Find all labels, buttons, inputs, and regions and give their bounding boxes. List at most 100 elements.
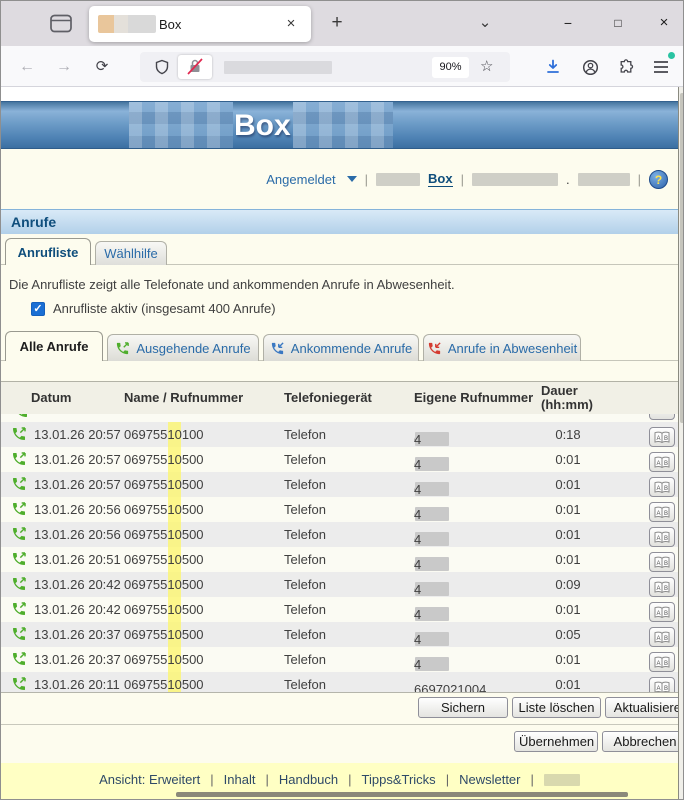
filter-tab-label: Anrufe in Abwesenheit [448, 341, 577, 356]
save-button[interactable]: Sichern [418, 697, 508, 718]
call-number: 06975510100 [124, 427, 204, 442]
add-to-phonebook-button[interactable]: A B [649, 477, 675, 497]
menu-notification-dot [668, 52, 675, 59]
add-to-phonebook-button[interactable]: A B [649, 427, 675, 447]
outgoing-call-icon [11, 526, 27, 542]
separator: | [348, 772, 351, 787]
table-bottom-divider [1, 692, 678, 693]
footer-link[interactable]: Inhalt [224, 772, 256, 787]
footer-link[interactable]: Tipps&Tricks [362, 772, 436, 787]
cancel-button[interactable]: Abbrechen [602, 731, 678, 752]
svg-text:B: B [664, 586, 668, 592]
missed-call-icon [427, 341, 442, 356]
svg-text:A: A [657, 636, 661, 642]
new-tab-button[interactable]: + [324, 10, 350, 36]
window-maximize-button[interactable]: □ [603, 9, 633, 37]
browser-tab[interactable]: Box × [89, 6, 311, 42]
add-to-phonebook-button[interactable]: A B [649, 502, 675, 522]
svg-text:A: A [657, 511, 661, 517]
reload-button[interactable]: ⟳ [89, 54, 115, 80]
help-icon[interactable]: ? [649, 170, 668, 189]
separator: | [365, 172, 368, 187]
apply-button[interactable]: Übernehmen [514, 731, 598, 752]
call-duration: 0:18 [528, 427, 608, 442]
outgoing-call-icon [115, 341, 130, 356]
column-header-datum: Datum [31, 390, 71, 405]
delete-list-button[interactable]: Liste löschen [512, 697, 601, 718]
call-number: 06975510500 [124, 552, 204, 567]
column-header-dauer: Dauer(hh:mm) [541, 384, 593, 412]
masthead-blur-right [293, 102, 393, 148]
footer-link[interactable]: Ansicht: Erweitert [99, 772, 200, 787]
add-to-phonebook-button[interactable]: A B [649, 527, 675, 547]
browser-toolbar: ← → ⟳ 90% ☆ [1, 46, 684, 87]
insecure-lock-icon[interactable] [178, 55, 212, 79]
call-list-active-checkbox[interactable]: ✓ [31, 302, 45, 316]
footer-link[interactable]: Handbuch [279, 772, 338, 787]
add-to-phonebook-button[interactable]: A B [649, 577, 675, 597]
call-date: 13.01.26 20:11 [34, 677, 120, 692]
tab-waehlhilfe[interactable]: Wählhilfe [95, 241, 167, 265]
filter-tab-ausgehende[interactable]: Ausgehende Anrufe [107, 334, 259, 361]
account-icon[interactable] [578, 55, 602, 79]
bookmark-star-icon[interactable]: ☆ [480, 57, 493, 75]
tracking-protection-shield-icon[interactable] [154, 59, 170, 75]
footer-link-blurred [544, 774, 580, 786]
call-table-row: 13.01.26 20:42 06975510500 Telefon 6964 … [1, 597, 678, 622]
page-tabstrip: Anrufliste Wählhilfe [1, 238, 678, 265]
tab-anrufliste[interactable]: Anrufliste [5, 238, 91, 265]
outgoing-call-icon [13, 414, 29, 419]
call-rows: 13.01.26 20:57 06975510100 Telefon 6964 … [1, 422, 678, 692]
vertical-scrollbar-thumb[interactable] [680, 93, 684, 423]
call-date: 13.01.26 20:51 [34, 552, 121, 567]
dropdown-triangle-icon[interactable] [347, 176, 357, 182]
masthead: Box [1, 101, 678, 149]
outgoing-call-icon [11, 676, 27, 692]
filter-tabstrip: Alle Anrufe Ausgehende Anrufe [1, 331, 678, 361]
masthead-logo-text: Box [234, 109, 291, 143]
zoom-level-badge[interactable]: 90% [432, 57, 469, 78]
tab-close-icon[interactable]: × [281, 14, 301, 34]
menu-hamburger-icon[interactable] [649, 55, 673, 79]
call-device: Telefon [284, 602, 326, 617]
add-to-phonebook-button[interactable]: A B [649, 677, 675, 692]
svg-text:B: B [664, 636, 668, 642]
column-header-telefoniegeraet: Telefoniegerät [284, 390, 372, 405]
call-table-row: 13.01.26 20:11 06975510500 Telefon 66970… [1, 672, 678, 692]
filter-tab-alle-anrufe[interactable]: Alle Anrufe [5, 331, 103, 361]
back-button[interactable]: ← [14, 54, 40, 80]
vertical-scrollbar[interactable] [678, 87, 684, 800]
svg-text:A: A [657, 486, 661, 492]
add-to-phonebook-button[interactable]: A B [649, 602, 675, 622]
logged-in-dropdown[interactable]: Angemeldet [266, 172, 335, 187]
add-to-phonebook-button[interactable]: A B [649, 652, 675, 672]
horizontal-scrollbar-thumb[interactable] [176, 792, 628, 797]
separator: | [446, 772, 449, 787]
filter-tab-abwesenheit[interactable]: Anrufe in Abwesenheit [423, 334, 581, 361]
call-number: 06975510500 [124, 577, 204, 592]
call-duration: 0:01 [528, 452, 608, 467]
tab-favicon-blurred [98, 15, 156, 33]
window-minimize-button[interactable]: − [553, 9, 583, 37]
add-to-phonebook-button[interactable]: A B [649, 552, 675, 572]
box-link[interactable]: Box [428, 171, 453, 187]
downloads-icon[interactable] [541, 55, 565, 79]
add-to-phonebook-button[interactable]: A B [649, 452, 675, 472]
filter-tab-ankommende[interactable]: Ankommende Anrufe [263, 334, 419, 361]
extensions-icon[interactable] [614, 55, 638, 79]
firefox-view-icon[interactable] [49, 13, 73, 34]
svg-text:A: A [657, 661, 661, 667]
list-tabs-chevron-icon[interactable]: ⌄ [473, 12, 497, 36]
refresh-button[interactable]: Aktualisieren [605, 697, 678, 718]
call-device: Telefon [284, 427, 326, 442]
add-to-phonebook-button[interactable] [649, 414, 675, 420]
add-to-phonebook-button[interactable]: A B [649, 627, 675, 647]
call-list-active-label: Anrufliste aktiv (insgesamt 400 Anrufe) [53, 301, 276, 316]
svg-text:B: B [664, 661, 668, 667]
call-date: 13.01.26 20:42 [34, 577, 121, 592]
footer-link[interactable]: Newsletter [459, 772, 520, 787]
forward-button[interactable]: → [51, 54, 77, 80]
url-bar[interactable]: 90% ☆ [140, 52, 510, 82]
window-close-button[interactable]: × [649, 9, 679, 37]
tab-title: Box [159, 17, 181, 32]
